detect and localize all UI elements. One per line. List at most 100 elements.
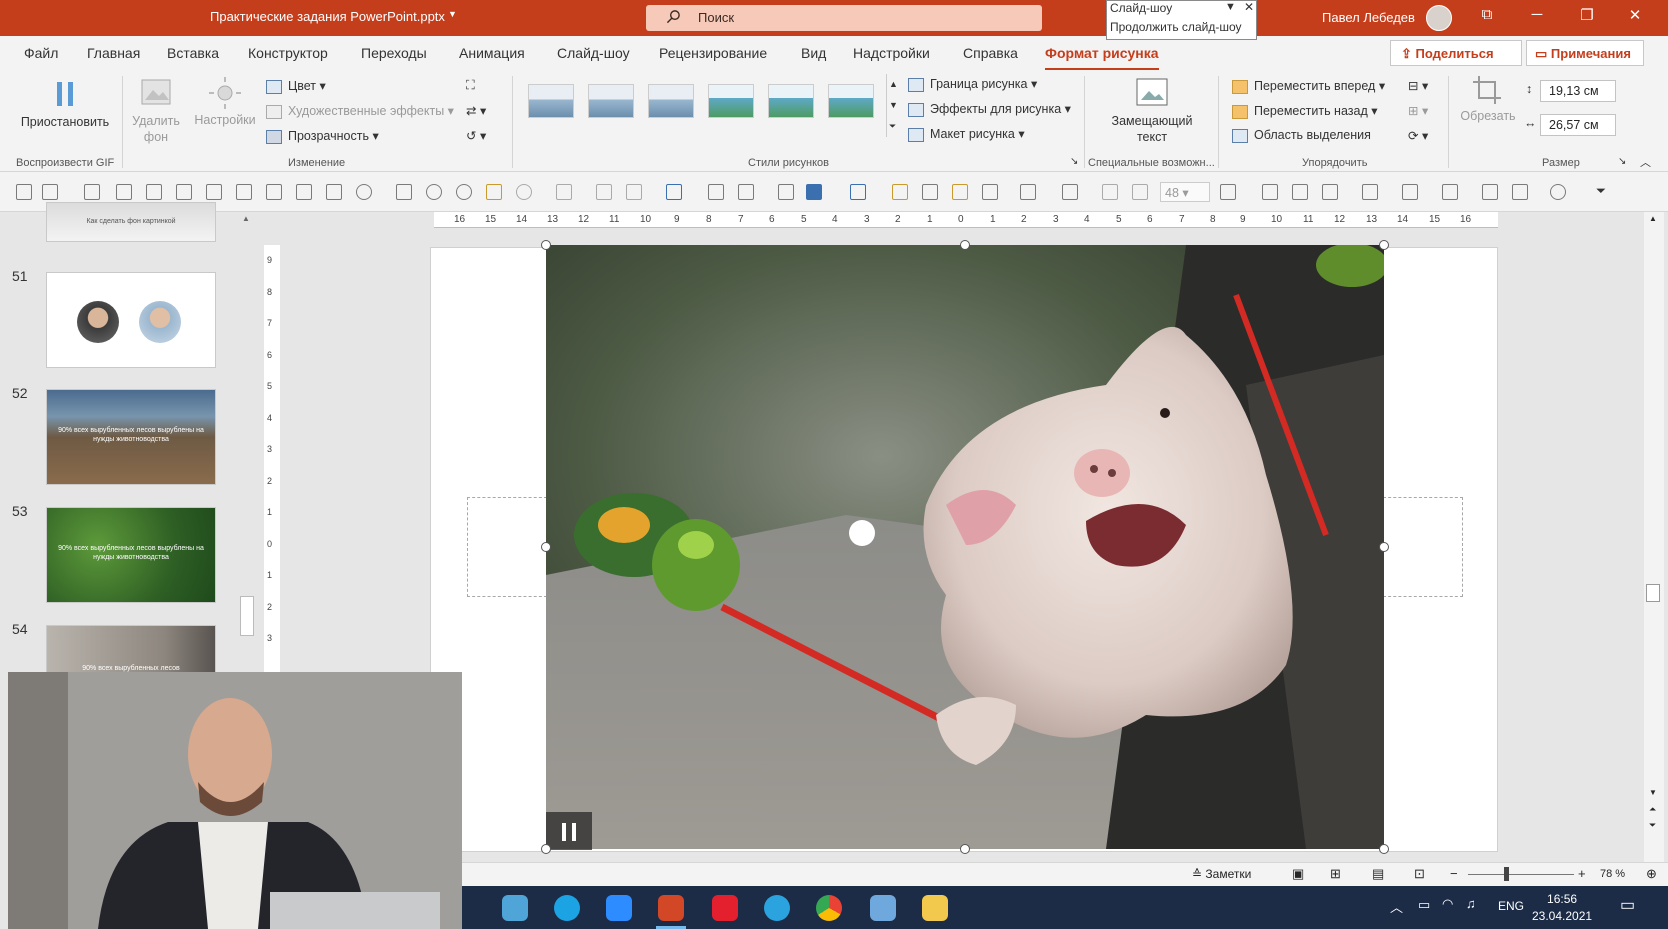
- toolbar-icon[interactable]: [1442, 184, 1458, 200]
- continue-slideshow-item[interactable]: Продолжить слайд-шоу: [1110, 20, 1241, 34]
- tab-review[interactable]: Рецензирование: [659, 45, 767, 61]
- distribute-icon[interactable]: [266, 184, 282, 200]
- tab-animations[interactable]: Анимация: [459, 45, 525, 61]
- transparency-button[interactable]: Прозрачность ▾: [266, 128, 379, 144]
- align-left-icon[interactable]: [84, 184, 100, 200]
- toolbar-icon[interactable]: [708, 184, 724, 200]
- resize-handle[interactable]: [541, 542, 551, 552]
- horizontal-ruler[interactable]: 16 15 14 13 12 11 10 9 8 7 6 5 4 3 2 1 0…: [434, 212, 1498, 228]
- group-objects-icon[interactable]: ⊞ ▾: [1408, 103, 1428, 118]
- toolbar-icon[interactable]: [326, 184, 342, 200]
- text-placeholder[interactable]: [1383, 497, 1463, 597]
- zoom-icon[interactable]: [426, 184, 442, 200]
- align-text-left-icon[interactable]: [1262, 184, 1278, 200]
- crop-icon[interactable]: [596, 184, 612, 200]
- slide-thumbnail[interactable]: 90% всех вырубленных лесов вырублены на …: [46, 389, 216, 485]
- search-box[interactable]: Поиск: [646, 5, 1042, 31]
- tab-transitions[interactable]: Переходы: [361, 45, 427, 61]
- tab-view[interactable]: Вид: [801, 45, 826, 61]
- tab-addins[interactable]: Надстройки: [853, 45, 930, 61]
- toolbar-icon[interactable]: [456, 184, 472, 200]
- align-right-icon[interactable]: [146, 184, 162, 200]
- picture-border-button[interactable]: Граница рисунка ▾: [908, 76, 1037, 92]
- picture-effects-button[interactable]: Эффекты для рисунка ▾: [908, 101, 1071, 117]
- height-field[interactable]: 19,13 см: [1540, 80, 1616, 102]
- resize-handle[interactable]: [541, 240, 551, 250]
- avatar[interactable]: [1426, 5, 1452, 31]
- picture-style-5[interactable]: [768, 84, 814, 118]
- tab-slideshow[interactable]: Слайд-шоу: [557, 45, 630, 61]
- close-icon[interactable]: ✕: [1244, 0, 1254, 14]
- tab-help[interactable]: Справка: [963, 45, 1018, 61]
- crop-button[interactable]: Обрезать: [1454, 74, 1522, 123]
- decrease-font-icon[interactable]: [1132, 184, 1148, 200]
- line-spacing-icon[interactable]: [1322, 184, 1338, 200]
- bring-forward-icon[interactable]: [892, 184, 908, 200]
- editor-scrollbar[interactable]: ▲ ▼ ⏶ ⏷: [1644, 212, 1664, 884]
- collapse-ribbon-icon[interactable]: ︿: [1640, 154, 1651, 170]
- alt-text-button[interactable]: Замещающий текст: [1098, 76, 1206, 145]
- align-icon[interactable]: ⊟ ▾: [1408, 78, 1428, 93]
- dialog-launcher-icon[interactable]: ↘: [1070, 156, 1078, 167]
- slideshow-icon[interactable]: ⊡: [1414, 866, 1425, 882]
- artistic-effects-button[interactable]: Художественные эффекты ▾: [266, 103, 454, 119]
- ribbon-display-icon[interactable]: ⧉: [1472, 6, 1502, 30]
- fill-icon[interactable]: [738, 184, 754, 200]
- tab-insert[interactable]: Вставка: [167, 45, 219, 61]
- toolbar-icon[interactable]: [1550, 184, 1566, 200]
- tab-design[interactable]: Конструктор: [248, 45, 328, 61]
- notification-icon[interactable]: ▭: [1620, 895, 1635, 915]
- resize-handle[interactable]: [541, 844, 551, 854]
- bullets-icon[interactable]: [1362, 184, 1378, 200]
- align-middle-icon[interactable]: [206, 184, 222, 200]
- slide-thumbnail[interactable]: [46, 272, 216, 368]
- rotate-icon[interactable]: ⟳ ▾: [1408, 128, 1428, 143]
- app-icon[interactable]: [870, 895, 896, 921]
- toolbar-icon[interactable]: [556, 184, 572, 200]
- clock[interactable]: 16:56 23.04.2021: [1532, 891, 1592, 925]
- change-picture-icon[interactable]: ⇄ ▾: [466, 103, 486, 118]
- send-backward-icon[interactable]: [952, 184, 968, 200]
- styles-gallery-scroll[interactable]: ▲ ▼ ⏷: [886, 74, 898, 137]
- align-center-icon[interactable]: [116, 184, 132, 200]
- shape-icon[interactable]: [356, 184, 372, 200]
- gif-pause-button[interactable]: [546, 812, 592, 850]
- toolbar-icon[interactable]: [16, 184, 32, 200]
- dialog-launcher-icon[interactable]: ↘: [1618, 156, 1626, 167]
- slideshow-popup[interactable]: Слайд-шоу ▼ ✕ Продолжить слайд-шоу: [1106, 0, 1257, 40]
- minimize-button[interactable]: ─: [1522, 6, 1552, 30]
- toolbar-icon[interactable]: [42, 184, 58, 200]
- format-painter-icon[interactable]: [486, 184, 502, 200]
- font-color-icon[interactable]: [1020, 184, 1036, 200]
- share-button[interactable]: ⇪ Поделиться: [1390, 40, 1522, 66]
- picture-style-1[interactable]: [528, 84, 574, 118]
- scroll-up-icon[interactable]: ▲: [242, 214, 250, 223]
- slide-thumbnail[interactable]: Как сделать фон картинкой: [46, 202, 216, 242]
- zoom-slider-thumb[interactable]: [1504, 867, 1509, 881]
- zoom-slider[interactable]: [1468, 874, 1574, 875]
- close-button[interactable]: ✕: [1620, 6, 1650, 30]
- picture-icon[interactable]: [666, 184, 682, 200]
- language-indicator[interactable]: ENG: [1498, 899, 1524, 913]
- align-bottom-icon[interactable]: [236, 184, 252, 200]
- outline-icon[interactable]: [850, 184, 866, 200]
- chevron-down-icon[interactable]: ▼: [1225, 1, 1236, 13]
- align-top-icon[interactable]: [176, 184, 192, 200]
- sun-icon[interactable]: [626, 184, 642, 200]
- notes-button[interactable]: ≙ Заметки: [1192, 867, 1251, 881]
- zoom-level[interactable]: 78 %: [1600, 868, 1625, 880]
- line-weight-icon[interactable]: [806, 184, 822, 200]
- gif-picture[interactable]: [546, 245, 1384, 849]
- send-backward-button[interactable]: Переместить назад ▾: [1232, 103, 1378, 119]
- width-field[interactable]: 26,57 см: [1540, 114, 1616, 136]
- resize-handle[interactable]: [1379, 240, 1389, 250]
- pause-gif-button[interactable]: Приостановить: [18, 76, 112, 129]
- toolbar-icon[interactable]: [1402, 184, 1418, 200]
- next-slide-icon[interactable]: ⏷: [1649, 820, 1656, 831]
- increase-font-icon[interactable]: [1102, 184, 1118, 200]
- picture-style-6[interactable]: [828, 84, 874, 118]
- table-icon[interactable]: [1512, 184, 1528, 200]
- resize-handle[interactable]: [1379, 542, 1389, 552]
- telegram-icon[interactable]: [764, 895, 790, 921]
- compress-pictures-icon[interactable]: ⛶: [466, 78, 475, 93]
